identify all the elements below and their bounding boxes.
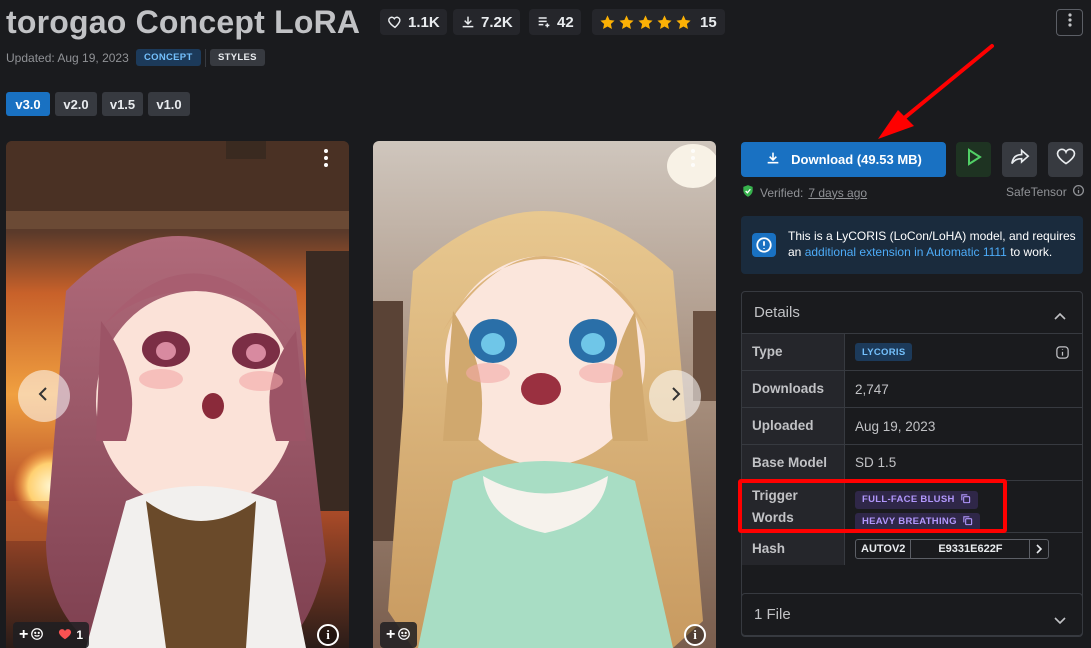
more-menu-button[interactable] — [1056, 9, 1083, 36]
heart-filled-icon — [58, 627, 72, 644]
run-button[interactable] — [956, 142, 991, 177]
image-info-icon[interactable]: i — [317, 624, 339, 646]
smile-icon — [397, 627, 411, 644]
downloads-stat[interactable]: 7.2K — [453, 9, 520, 35]
verified-status: Verified: 7 days ago — [741, 184, 867, 201]
hash-value[interactable]: E9331E622F — [911, 540, 1031, 558]
badge-styles[interactable]: STYLES — [210, 49, 265, 66]
star-icon — [676, 14, 691, 29]
hash-selector[interactable]: AUTOV2 E9331E622F — [855, 539, 1050, 559]
image-info-icon[interactable]: i — [684, 624, 706, 646]
rating-stat[interactable]: 15 — [592, 9, 725, 35]
details-row-base-model: Base Model SD 1.5 — [742, 445, 1082, 481]
safetensor-format: SafeTensor — [1006, 184, 1085, 200]
page-title: torogao Concept LoRA — [6, 4, 361, 40]
alert-info-icon — [752, 233, 776, 257]
star-icon — [600, 14, 615, 29]
download-icon — [765, 150, 781, 169]
star-icon — [657, 14, 672, 29]
details-row-downloads: Downloads 2,747 — [742, 371, 1082, 408]
rating-count: 15 — [700, 13, 717, 31]
heart-icon — [1056, 148, 1076, 171]
likes-stat[interactable]: 1.1K — [380, 9, 447, 35]
reaction-bar[interactable]: + — [380, 622, 418, 648]
shield-check-icon — [741, 184, 755, 201]
chevron-left-icon — [38, 386, 50, 407]
verified-date-link[interactable]: 7 days ago — [808, 186, 867, 200]
likes-count: 1.1K — [408, 13, 440, 31]
image-menu-icon[interactable] — [691, 149, 695, 171]
type-badge: LYCORIS — [855, 343, 913, 361]
updated-date: Updated: Aug 19, 2023 — [6, 51, 129, 65]
add-reaction-button[interactable]: + — [386, 626, 411, 644]
version-tab-v1[interactable]: v1.0 — [148, 92, 190, 116]
collections-count: 42 — [557, 13, 574, 31]
chevron-down-icon — [1054, 612, 1066, 629]
add-reaction-button[interactable]: + — [19, 626, 44, 644]
star-icon — [638, 14, 653, 29]
divider — [205, 49, 206, 67]
lycoris-alert: This is a LyCORIS (LoCon/LoHA) model, an… — [741, 216, 1083, 274]
version-tab-v3[interactable]: v3.0 — [6, 92, 50, 116]
star-icon — [619, 14, 634, 29]
details-row-uploaded: Uploaded Aug 19, 2023 — [742, 408, 1082, 445]
play-icon — [966, 148, 982, 171]
details-header[interactable]: Details — [742, 292, 1082, 334]
info-icon[interactable] — [1055, 345, 1070, 365]
dots-vertical-icon — [1067, 13, 1072, 32]
smile-icon — [30, 627, 44, 644]
heart-reaction[interactable]: 1 — [58, 627, 83, 644]
chevron-up-icon — [1054, 307, 1066, 324]
version-tab-v15[interactable]: v1.5 — [102, 92, 143, 116]
downloads-count: 7.2K — [481, 13, 513, 31]
badge-concept[interactable]: CONCEPT — [136, 49, 201, 66]
preview-image-card-2[interactable]: + i — [373, 141, 716, 648]
download-icon — [460, 14, 476, 30]
collections-stat[interactable]: 42 — [529, 9, 581, 35]
playlist-add-icon — [536, 14, 552, 30]
carousel-prev-button[interactable] — [18, 370, 70, 422]
hash-type[interactable]: AUTOV2 — [856, 540, 912, 558]
details-panel: Details Type LYCORIS Downloads 2,747 Upl… — [741, 291, 1083, 637]
reaction-bar[interactable]: + 1 — [13, 622, 90, 648]
chevron-right-icon[interactable] — [1030, 540, 1048, 558]
favorite-button[interactable] — [1048, 142, 1083, 177]
chevron-right-icon — [669, 386, 681, 407]
info-icon[interactable] — [1072, 184, 1085, 200]
alert-message: This is a LyCORIS (LoCon/LoHA) model, an… — [788, 229, 1076, 259]
files-panel[interactable]: 1 File — [741, 593, 1083, 636]
rating-stars — [599, 14, 692, 31]
annotation-arrow — [878, 44, 994, 139]
carousel-next-button[interactable] — [649, 370, 701, 422]
heart-icon — [387, 14, 403, 30]
details-row-hash: Hash AUTOV2 E9331E622F — [742, 533, 1082, 579]
preview-image-card-1[interactable]: + 1 i — [6, 141, 349, 648]
details-row-type: Type LYCORIS — [742, 334, 1082, 371]
share-button[interactable] — [1002, 142, 1037, 177]
download-button[interactable]: Download (49.53 MB) — [741, 142, 946, 177]
image-menu-icon[interactable] — [324, 149, 328, 171]
share-arrow-icon — [1010, 148, 1030, 171]
version-tab-v2[interactable]: v2.0 — [55, 92, 97, 116]
annotation-box — [738, 479, 1007, 533]
extension-link[interactable]: additional extension in Automatic 1111 — [805, 245, 1007, 259]
